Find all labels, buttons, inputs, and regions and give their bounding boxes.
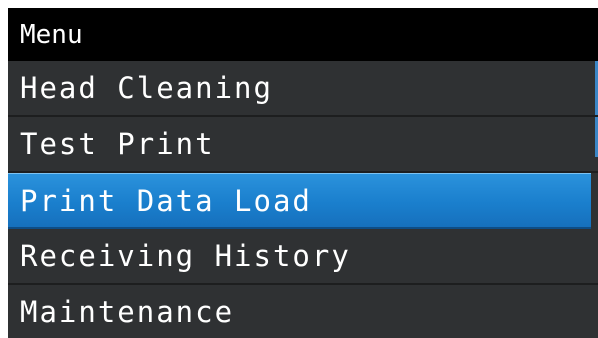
menu-item-test-print[interactable]: Test Print (8, 117, 598, 173)
menu-item-label: Head Cleaning (20, 71, 273, 105)
menu-item-maintenance[interactable]: Maintenance (8, 285, 598, 338)
menu-title-bar: Menu (8, 8, 598, 61)
printer-lcd-screen: Menu Head Cleaning Test Print Print Data… (8, 8, 598, 338)
menu-item-label: Maintenance (20, 295, 235, 329)
menu-item-label: Receiving History (20, 239, 351, 273)
menu-item-head-cleaning[interactable]: Head Cleaning (8, 61, 598, 117)
menu-item-receiving-history[interactable]: Receiving History (8, 229, 598, 285)
menu-item-label: Test Print (20, 127, 215, 161)
menu-item-label: Print Data Load (20, 183, 312, 218)
menu-list: Head Cleaning Test Print Print Data Load… (8, 61, 598, 338)
menu-item-print-data-load[interactable]: Print Data Load (8, 173, 591, 229)
menu-title: Menu (20, 19, 83, 50)
